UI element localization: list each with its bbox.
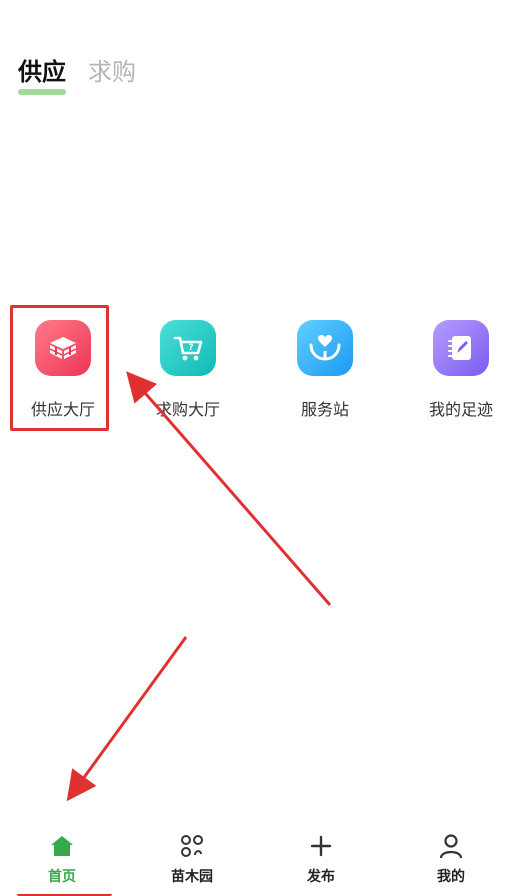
grid-item-supply-hall[interactable]: 供应大厅 (8, 320, 118, 420)
plus-icon (276, 832, 366, 860)
nav-publish-label: 发布 (307, 869, 335, 885)
home-icon (17, 832, 107, 860)
grid-item-purchase-hall[interactable]: ? 求购大厅 (133, 320, 243, 420)
grid-item-label: 求购大厅 (155, 400, 220, 419)
tab-purchase-label: 求购 (88, 58, 136, 86)
arrow-to-home (66, 636, 188, 802)
tab-purchase[interactable]: 求购 (88, 52, 136, 92)
nav-home[interactable]: 首页 (17, 832, 107, 886)
service-hands-icon (297, 320, 353, 376)
top-tabs: 供应 求购 (18, 52, 136, 95)
tab-supply-label: 供应 (18, 58, 66, 86)
supply-hall-icon (35, 320, 91, 376)
cart-question-icon: ? (160, 320, 216, 376)
nav-mine[interactable]: 我的 (406, 832, 496, 886)
bottom-navigation: 首页 苗木园 发布 我的 (0, 816, 514, 894)
notebook-pen-icon (433, 320, 489, 376)
grid-item-label: 我的足迹 (428, 400, 493, 419)
nav-garden-label: 苗木园 (171, 869, 213, 885)
tab-active-underline (18, 89, 66, 95)
nav-home-label: 首页 (48, 869, 76, 885)
svg-text:?: ? (188, 343, 193, 353)
feature-grid: 供应大厅 ? 求购大厅 服务站 我的足迹 (0, 320, 514, 420)
user-icon (406, 832, 496, 860)
grid-item-my-footprint[interactable]: 我的足迹 (406, 320, 514, 420)
tab-supply[interactable]: 供应 (18, 52, 66, 95)
nav-publish[interactable]: 发布 (276, 832, 366, 886)
nav-mine-label: 我的 (437, 869, 465, 885)
garden-circles-icon (147, 832, 237, 860)
grid-item-service-station[interactable]: 服务站 (270, 320, 380, 420)
nav-garden[interactable]: 苗木园 (147, 832, 237, 886)
grid-item-label: 供应大厅 (30, 400, 95, 419)
annotation-arrows (66, 371, 332, 802)
grid-item-label: 服务站 (300, 400, 349, 419)
